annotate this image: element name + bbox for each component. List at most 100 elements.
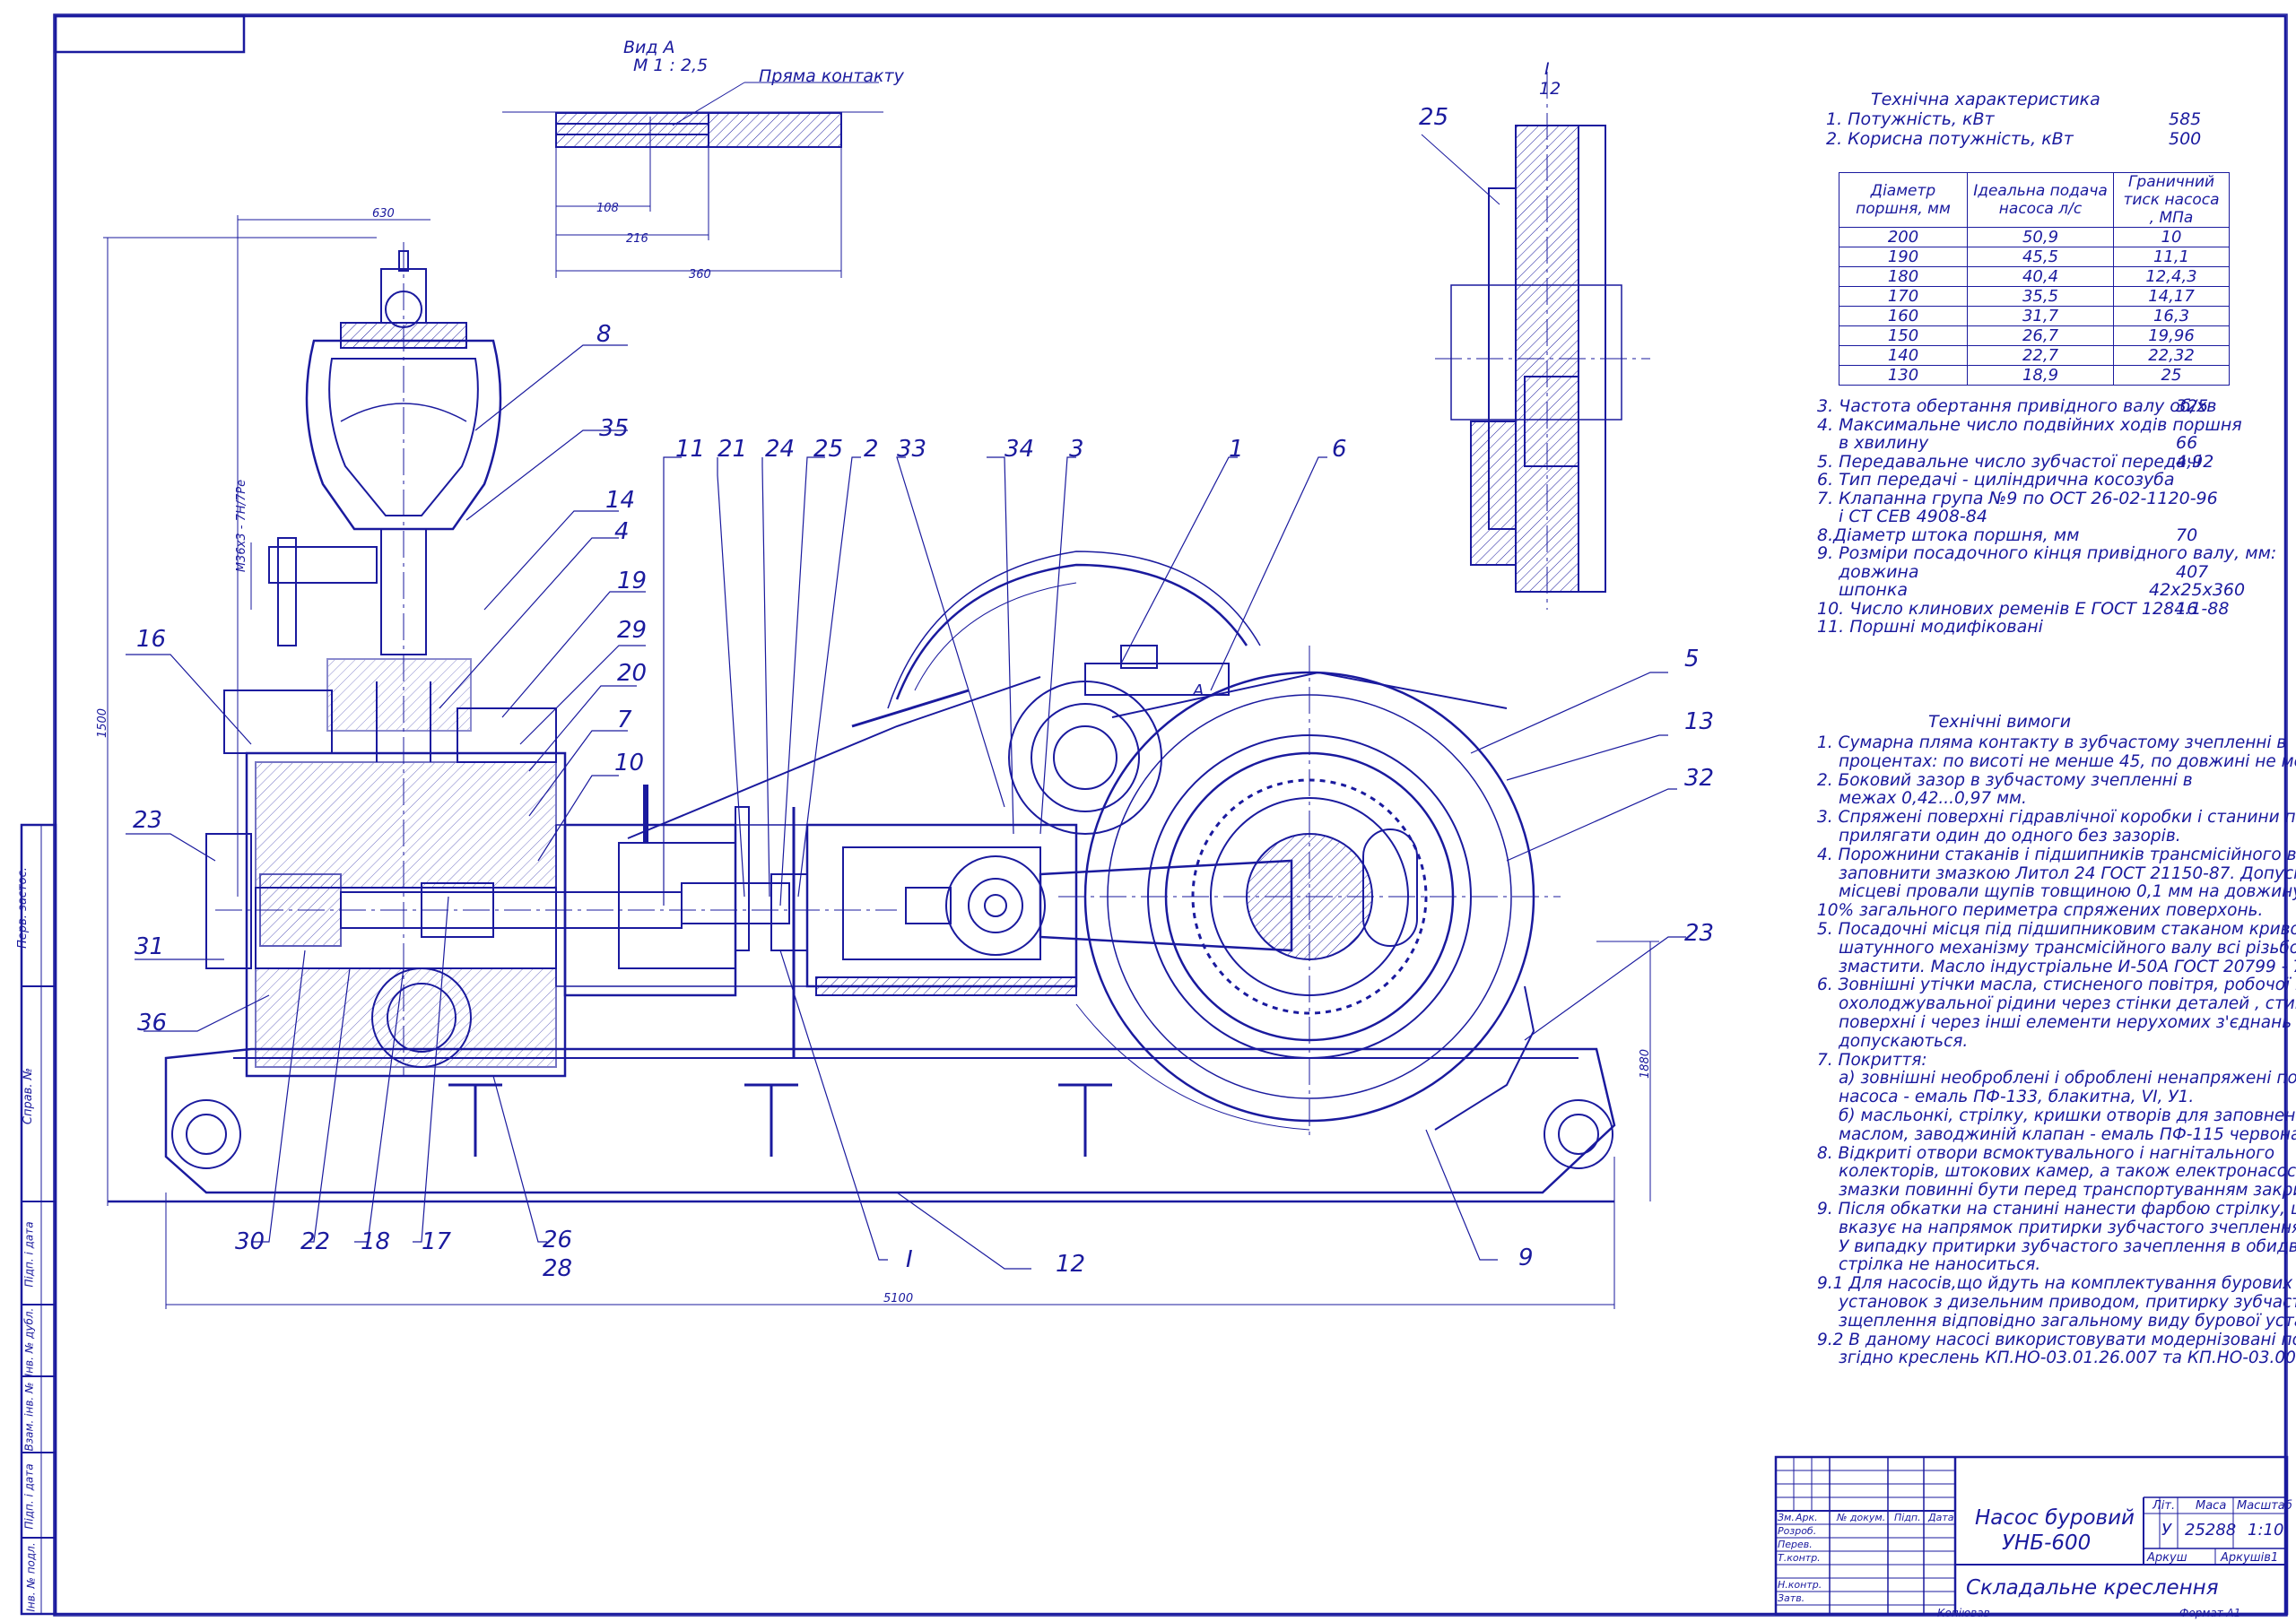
view-a-dim-216: 216 bbox=[626, 232, 648, 246]
callout-16: 16 bbox=[136, 626, 167, 653]
spec-item-value: 66 bbox=[2176, 433, 2198, 453]
spec-item-label: 5. Передавальне число зубчастої передачі bbox=[1817, 451, 2202, 472]
spec-item: 3. Частота обертання привідного валу об/… bbox=[1817, 398, 2283, 417]
table-header-cell: Діаметр поршня, мм bbox=[1839, 172, 1968, 228]
requirement-line: зщеплення відповідно загальному виду бур… bbox=[1839, 1311, 2296, 1331]
table-cell: 11,1 bbox=[2113, 247, 2230, 267]
callout-5: 5 bbox=[1684, 646, 1700, 672]
tb-scale-label: Масштаб bbox=[2237, 1499, 2292, 1513]
callout-9: 9 bbox=[1518, 1245, 1534, 1271]
callout-2: 2 bbox=[864, 436, 879, 463]
callout-32: 32 bbox=[1684, 765, 1715, 792]
callout-i: I bbox=[906, 1246, 913, 1273]
requirement-line: межах 0,42...0,97 мм. bbox=[1839, 789, 2027, 809]
table-cell: 170 bbox=[1839, 286, 1968, 307]
tb-row-tkontr: Т.контр. bbox=[1778, 1552, 1821, 1564]
table-row: 180 40,4 12,4,3 bbox=[1839, 266, 2230, 287]
spec-item-label: 6. Тип передачі - циліндрична косозуба bbox=[1817, 470, 2175, 490]
callout-23-right: 23 bbox=[1684, 920, 1715, 947]
table-cell: 25 bbox=[2113, 365, 2230, 386]
requirement-line: місцеві провали щупів товщиною 0,1 мм на… bbox=[1839, 882, 2296, 902]
callout-14: 14 bbox=[605, 487, 636, 514]
callout-25: 25 bbox=[813, 436, 844, 463]
requirement-line: вказує на напрямок притирки зубчастого з… bbox=[1839, 1218, 2296, 1237]
table-row: 150 26,7 19,96 bbox=[1839, 325, 2230, 346]
spec-item: довжина 407 bbox=[1817, 561, 2283, 583]
strip-label: Взам. інв. № bbox=[22, 1382, 36, 1452]
callout-33: 33 bbox=[897, 436, 927, 463]
view-a-dim-360: 360 bbox=[689, 268, 711, 282]
requirement-line: 6. Зовнішні утічки масла, стисненого пов… bbox=[1817, 976, 2296, 995]
callout-31: 31 bbox=[135, 933, 165, 960]
table-cell: 200 bbox=[1839, 227, 1968, 247]
requirement-line: шатунного механізму трансмісійного валу … bbox=[1839, 938, 2296, 958]
requirement-line: 5. Посадочні місця під підшипниковим ста… bbox=[1817, 919, 2296, 939]
callout-4: 4 bbox=[614, 518, 630, 545]
requirement-line: процентах: по висоті не менше 45, по дов… bbox=[1839, 751, 2296, 771]
detail-view-i bbox=[1421, 72, 1650, 610]
spec-item: 5. Передавальне число зубчастої передачі… bbox=[1817, 451, 2283, 473]
spec-item-label: довжина bbox=[1839, 561, 1919, 582]
requirement-line: змастити. Масло індустріальне И-50А ГОСТ… bbox=[1839, 957, 2296, 976]
table-row: 130 18,9 25 bbox=[1839, 365, 2230, 386]
requirement-line: поверхні і через інші елементи нерухомих… bbox=[1839, 1012, 2296, 1032]
spec-row-label: 1. Потужність, кВт bbox=[1826, 109, 1995, 129]
callout-17: 17 bbox=[422, 1228, 452, 1255]
requirement-line: згідно креслень КП.НО-03.01.26.007 та КП… bbox=[1839, 1349, 2296, 1368]
callout-13: 13 bbox=[1684, 708, 1715, 735]
tb-head-izm: Зм. bbox=[1778, 1512, 1795, 1523]
dim-630: 630 bbox=[372, 207, 395, 221]
requirement-line: 9.1 Для насосів,що йдуть на комплектуван… bbox=[1817, 1274, 2293, 1294]
requirement-line: 8. Відкриті отвори всмоктувального і наг… bbox=[1817, 1143, 2275, 1163]
table-cell: 31,7 bbox=[1967, 306, 2114, 326]
requirement-line: 10% загального периметра спряжених повер… bbox=[1817, 901, 2264, 921]
callout-23-left: 23 bbox=[133, 807, 163, 834]
table-header-cell: Ідеальна подача насоса л/с bbox=[1967, 172, 2114, 228]
table-cell: 22,7 bbox=[1967, 345, 2114, 366]
callout-7: 7 bbox=[617, 707, 632, 733]
spec-item: і СТ СЕВ 4908-84 bbox=[1817, 508, 2283, 527]
tb-scale-value: 1:10 bbox=[2248, 1521, 2284, 1540]
spec-title: Технічна характеристика bbox=[1871, 90, 2100, 109]
callout-28: 28 bbox=[543, 1255, 573, 1282]
callout-12: 12 bbox=[1056, 1251, 1086, 1278]
callout-3: 3 bbox=[1069, 436, 1084, 463]
spec-item-label: 10. Число клинових ременів Е ГОСТ 1284.1… bbox=[1817, 598, 2230, 619]
table-cell: 190 bbox=[1839, 247, 1968, 267]
requirement-line: стрілка не наноситься. bbox=[1839, 1255, 2041, 1275]
callout-29: 29 bbox=[617, 617, 648, 644]
tb-lit-value: У bbox=[2161, 1521, 2171, 1540]
callout-20: 20 bbox=[617, 660, 648, 687]
requirement-line: змазки повинні бути перед транспортуванн… bbox=[1839, 1181, 2296, 1201]
table-cell: 26,7 bbox=[1967, 325, 2114, 346]
callout-21: 21 bbox=[718, 436, 748, 463]
requirement-line: 2. Боковий зазор в зубчастому зчепленні … bbox=[1817, 770, 2193, 790]
requirement-line: а) зовнішні необроблені і оброблені нена… bbox=[1839, 1069, 2296, 1089]
table-cell: 40,4 bbox=[1967, 266, 2114, 287]
spec-item-value: 70 bbox=[2176, 525, 2198, 545]
spec-row-label: 2. Корисна потужність, кВт bbox=[1826, 129, 2074, 149]
tb-doc-type: Складальне креслення bbox=[1966, 1576, 2219, 1600]
table-cell: 16,3 bbox=[2113, 306, 2230, 326]
requirement-line: насоса - емаль ПФ-133, блакитна, VI, У1. bbox=[1839, 1088, 2195, 1107]
requirement-line: маслом, заводжиній клапан - емаль ПФ-115… bbox=[1839, 1124, 2296, 1144]
spec-item-value: 16 bbox=[2176, 598, 2198, 619]
requirement-line: 9. Після обкатки на станині нанести фарб… bbox=[1817, 1199, 2296, 1219]
dim-5100: 5100 bbox=[883, 1292, 914, 1305]
spec-item: 6. Тип передачі - циліндрична косозуба bbox=[1817, 472, 2283, 490]
requirement-line: колекторів, штокових камер, а також елек… bbox=[1839, 1162, 2296, 1182]
table-cell: 19,96 bbox=[2113, 325, 2230, 346]
requirement-line: б) масльонкі, стрілку, кришки отворів дл… bbox=[1839, 1106, 2296, 1125]
table-row: 140 22,7 22,32 bbox=[1839, 345, 2230, 366]
view-a-dim-108: 108 bbox=[596, 202, 619, 215]
tb-lit-label: Літ. bbox=[2152, 1499, 2176, 1513]
spec-row-value: 500 bbox=[2169, 129, 2202, 149]
spec-item-label: 3. Частота обертання привідного валу об/… bbox=[1817, 396, 2217, 416]
requirement-line: 4. Порожнини стаканів і підшипників тран… bbox=[1817, 845, 2296, 864]
requirements-list: 1. Сумарна пляма контакту в зубчастому з… bbox=[1817, 734, 2296, 1369]
strip-label: Підп. і дата bbox=[22, 1463, 36, 1530]
strip-label: Перв. застос. bbox=[15, 867, 30, 949]
spec-item: 11. Поршні модифіковані bbox=[1817, 619, 2283, 638]
table-header-cell: Граничний тиск насоса , МПа bbox=[2113, 172, 2230, 228]
spec-item-value: 42x25x360 bbox=[2149, 580, 2246, 600]
